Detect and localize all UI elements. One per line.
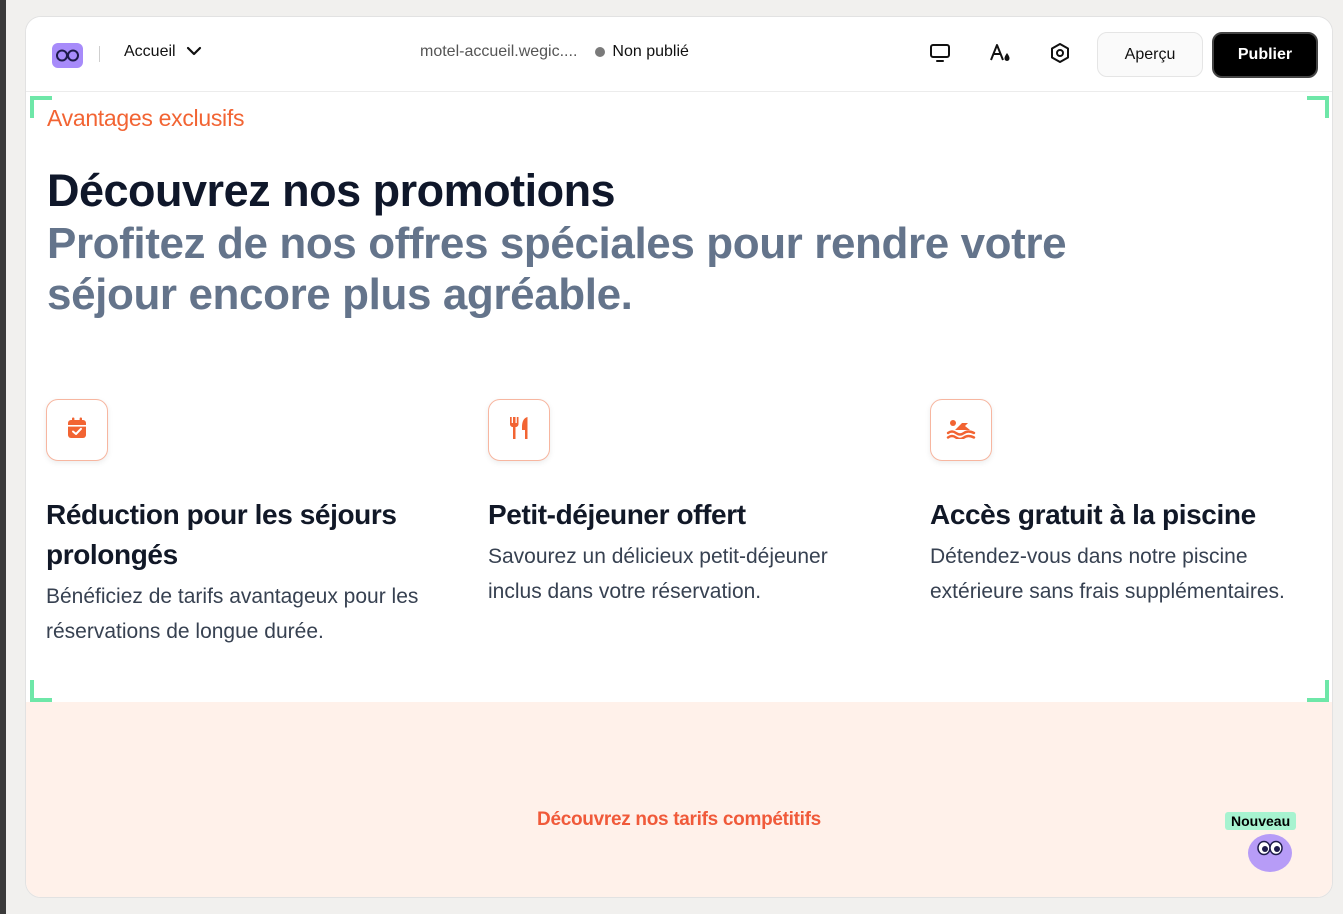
monitor-icon [929, 43, 951, 68]
utensils-icon [507, 415, 531, 446]
feature-description: Savourez un délicieux petit-déjeuner inc… [488, 545, 828, 603]
feature-icon-box [488, 399, 550, 461]
swimmer-icon [946, 417, 976, 444]
publish-status: Non publié [595, 43, 689, 61]
pricing-section-preview: Découvrez nos tarifs compétitifs [26, 702, 1332, 897]
theme-style-button[interactable] [988, 43, 1012, 67]
device-preview-button[interactable] [928, 43, 952, 67]
publish-status-label: Non publié [612, 43, 689, 60]
selection-corner-bottom-right [1307, 680, 1329, 702]
feature-card: Petit-déjeuner offert Savourez un délici… [488, 399, 868, 609]
toolbar-divider [99, 46, 100, 62]
new-badge: Nouveau [1225, 812, 1297, 830]
settings-button[interactable] [1048, 42, 1072, 69]
status-dot-icon [595, 47, 606, 57]
section-title: Découvrez nos promotions [47, 165, 616, 216]
feature-title: Réduction pour les séjours prolongés [46, 499, 397, 570]
feature-description: Détendez-vous dans notre piscine extérie… [930, 545, 1285, 603]
feature-title: Petit-déjeuner offert [488, 499, 746, 530]
feature-title: Accès gratuit à la piscine [930, 499, 1256, 530]
site-url-area: motel-accueil.wegic.... Non publié [420, 43, 689, 61]
section-eyebrow: Avantages exclusifs [47, 105, 245, 131]
editor-frame: Accueil motel-accueil.wegic.... Non publ… [25, 16, 1333, 898]
mascot-icon [1244, 834, 1292, 877]
feature-description: Bénéficiez de tarifs avantageux pour les… [46, 585, 419, 643]
page-selector[interactable]: Accueil [124, 43, 202, 61]
feature-icon-box [46, 399, 108, 461]
page-selector-label: Accueil [124, 43, 176, 60]
section-subtitle: Profitez de nos offres spéciales pour re… [47, 219, 1067, 319]
publish-button[interactable]: Publier [1212, 32, 1318, 78]
site-url[interactable]: motel-accueil.wegic.... [420, 43, 577, 61]
feature-card: Réduction pour les séjours prolongés Bén… [46, 399, 426, 649]
font-color-icon [988, 42, 1012, 69]
chevron-down-icon [186, 43, 202, 61]
gear-icon [1049, 42, 1071, 69]
feature-icon-box [930, 399, 992, 461]
pricing-section-heading: Découvrez nos tarifs compétitifs [537, 809, 821, 830]
selection-corner-top-right [1307, 96, 1329, 118]
calendar-check-icon [65, 416, 89, 445]
assistant-mascot-button[interactable] [1244, 831, 1292, 873]
wegic-logo-icon[interactable] [52, 43, 83, 68]
window-edge [0, 0, 6, 914]
selection-corner-bottom-left [30, 680, 52, 702]
feature-card: Accès gratuit à la piscine Détendez-vous… [930, 399, 1310, 609]
editor-toolbar: Accueil motel-accueil.wegic.... Non publ… [26, 17, 1332, 92]
preview-button[interactable]: Aperçu [1097, 32, 1203, 77]
